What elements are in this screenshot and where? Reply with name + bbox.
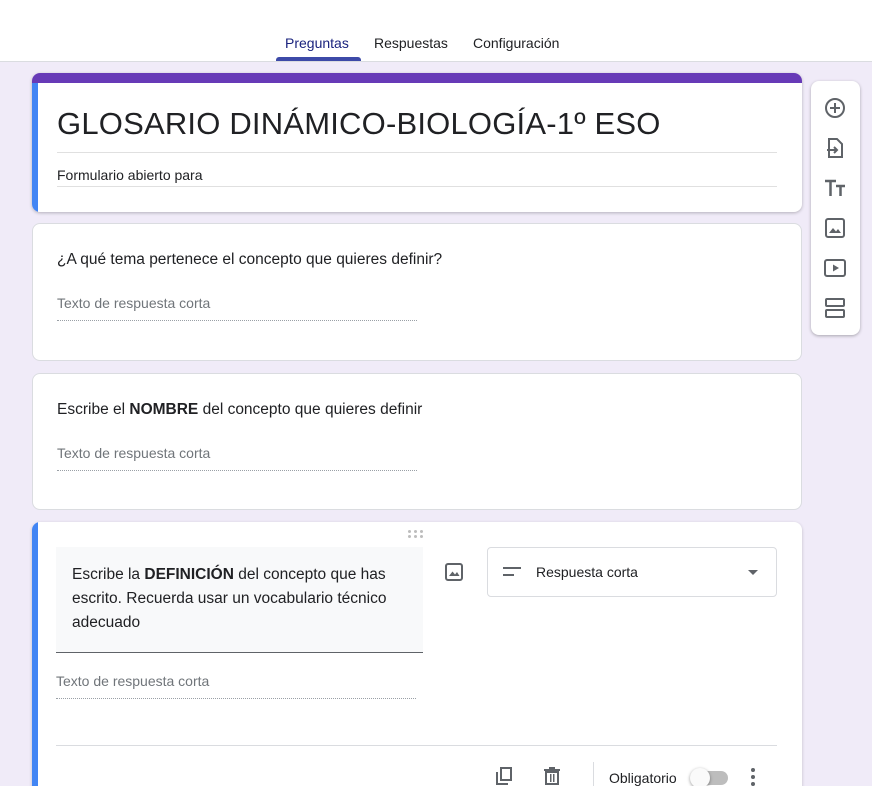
question-type-dropdown[interactable]: Respuesta corta (487, 547, 777, 597)
question-card[interactable]: Escribe el NOMBRE del concepto que quier… (32, 373, 802, 510)
question-text-part: del concepto que quieres definir (198, 401, 423, 418)
selected-indicator (32, 83, 38, 212)
card-footer-divider (56, 745, 777, 746)
question-text-bold: NOMBRE (129, 401, 199, 418)
answer-placeholder: Texto de respuesta corta (56, 673, 210, 689)
question-title: ¿A qué tema pertenece el concepto que qu… (57, 251, 443, 268)
active-tab-indicator (276, 57, 361, 61)
question-card[interactable]: ¿A qué tema pertenece el concepto que qu… (32, 223, 802, 361)
add-video-icon[interactable] (823, 256, 847, 280)
answer-underline (57, 320, 417, 321)
answer-underline (56, 698, 416, 699)
delete-icon[interactable] (542, 766, 562, 786)
title-underline (57, 152, 777, 153)
answer-placeholder: Texto de respuesta corta (57, 295, 211, 311)
question-title: Escribe el NOMBRE del concepto que quier… (57, 401, 422, 419)
drag-handle-icon[interactable] (408, 530, 426, 540)
description-underline (57, 186, 777, 187)
question-text-bold: DEFINICIÓN (144, 566, 234, 583)
add-title-icon[interactable] (823, 176, 847, 200)
add-image-icon[interactable] (444, 562, 464, 582)
required-label: Obligatorio (609, 770, 677, 786)
floating-toolbar (811, 81, 860, 335)
add-section-icon[interactable] (823, 296, 847, 320)
active-question-card[interactable]: Escribe la DEFINICIÓN del concepto que h… (32, 522, 802, 786)
question-text-part: Escribe el (57, 401, 130, 418)
add-image-icon[interactable] (823, 216, 847, 240)
question-title-input[interactable]: Escribe la DEFINICIÓN del concepto que h… (56, 547, 423, 653)
selected-indicator (32, 522, 38, 786)
tab-configuracion[interactable]: Configuración (463, 34, 569, 62)
question-title-text: Escribe la DEFINICIÓN del concepto que h… (72, 563, 412, 635)
form-description[interactable]: Formulario abierto para (57, 167, 203, 183)
tab-bar: Preguntas Respuestas Configuración (0, 0, 872, 62)
form-header-card[interactable]: GLOSARIO DINÁMICO-BIOLOGÍA-1º ESO Formul… (32, 73, 802, 212)
required-toggle[interactable] (690, 768, 728, 786)
more-options-icon[interactable] (746, 768, 760, 786)
import-questions-icon[interactable] (823, 136, 847, 160)
answer-placeholder: Texto de respuesta corta (57, 445, 211, 461)
add-question-icon[interactable] (823, 96, 847, 120)
tab-respuestas[interactable]: Respuestas (364, 34, 458, 62)
form-title[interactable]: GLOSARIO DINÁMICO-BIOLOGÍA-1º ESO (57, 106, 661, 142)
toggle-knob (690, 768, 710, 786)
answer-underline (57, 470, 417, 471)
dropdown-arrow-icon (748, 570, 758, 575)
short-answer-icon (503, 567, 521, 579)
top-bar: Preguntas Respuestas Configuración (0, 0, 872, 62)
theme-strip (32, 73, 802, 83)
question-type-label: Respuesta corta (536, 564, 638, 580)
question-text-part: Escribe la (72, 566, 145, 583)
footer-separator (593, 762, 594, 786)
duplicate-icon[interactable] (494, 766, 514, 786)
